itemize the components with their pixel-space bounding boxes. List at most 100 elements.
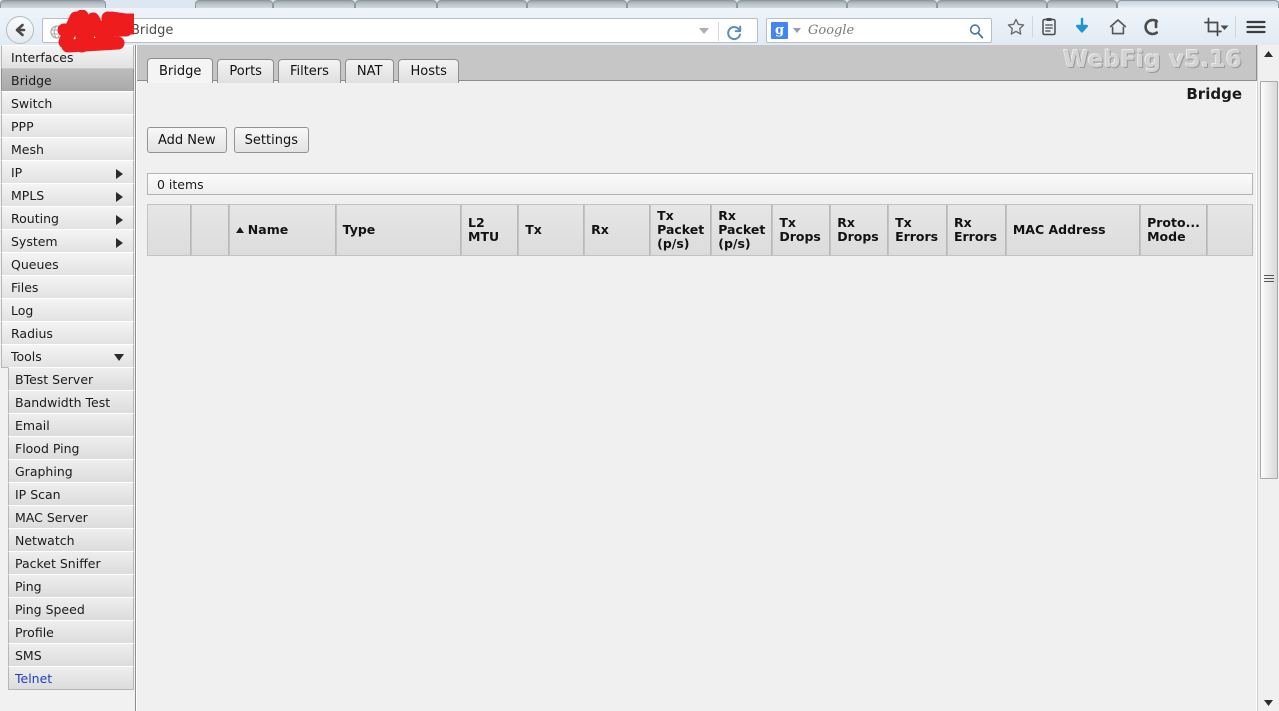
browser-tab[interactable] — [737, 0, 847, 8]
home-icon[interactable] — [1105, 14, 1131, 40]
column-header-type[interactable]: Type — [335, 204, 461, 256]
sidebar-subitem-profile[interactable]: Profile — [8, 620, 134, 644]
chevron-down-icon[interactable] — [1216, 14, 1232, 40]
sidebar-item-label: Bridge — [11, 72, 52, 88]
sidebar-item-tools[interactable]: Tools — [1, 344, 134, 368]
sidebar-subitem-label: MAC Server — [15, 509, 88, 525]
sidebar-item-interfaces[interactable]: Interfaces — [1, 45, 134, 69]
sidebar-item-bridge[interactable]: Bridge — [1, 68, 134, 92]
sidebar-item-mpls[interactable]: MPLS — [1, 183, 134, 207]
column-header-tx-packet-p-s[interactable]: Tx Packet (p/s) — [650, 204, 712, 256]
sidebar-subitem-mac-server[interactable]: MAC Server — [8, 505, 134, 529]
sidebar-subitem-netwatch[interactable]: Netwatch — [8, 528, 134, 552]
browser-tab[interactable] — [1047, 0, 1117, 8]
tab-ports[interactable]: Ports — [217, 59, 274, 83]
sidebar-subitem-ip-scan[interactable]: IP Scan — [8, 482, 134, 506]
sidebar-subitem-label: Graphing — [15, 463, 73, 479]
browser-tab-strip[interactable] — [0, 0, 1279, 8]
column-header-blank-1[interactable] — [191, 204, 229, 256]
chevron-right-icon — [116, 215, 123, 225]
sidebar-item-log[interactable]: Log — [1, 298, 134, 322]
column-header-blank-15[interactable] — [1206, 204, 1253, 256]
column-header-label: Proto... Mode — [1147, 215, 1200, 244]
browser-tab[interactable] — [273, 0, 355, 8]
sidebar-item-system[interactable]: System — [1, 229, 134, 253]
reload-button[interactable] — [725, 24, 743, 42]
browser-tab[interactable] — [0, 0, 106, 8]
sidebar-subitem-telnet[interactable]: Telnet — [8, 666, 134, 690]
add-new-button[interactable]: Add New — [147, 127, 227, 153]
page-scrollbar[interactable] — [1257, 45, 1279, 711]
sidebar-item-radius[interactable]: Radius — [1, 321, 134, 345]
sidebar-item-queues[interactable]: Queues — [1, 252, 134, 276]
column-header-name[interactable]: Name — [228, 204, 336, 256]
bookmark-star-icon[interactable] — [1003, 14, 1029, 40]
search-bar[interactable]: g Google — [766, 18, 992, 43]
chevron-down-icon[interactable] — [793, 28, 801, 33]
tab-nat[interactable]: NAT — [344, 59, 395, 83]
chevron-down-icon[interactable] — [699, 28, 709, 34]
browser-tab[interactable] — [627, 0, 737, 8]
tab-hosts[interactable]: Hosts — [398, 59, 459, 83]
column-header-label: Rx Drops — [837, 215, 879, 244]
sort-ascending-icon — [235, 227, 244, 233]
column-header-tx-drops[interactable]: Tx Drops — [772, 204, 831, 256]
sidebar-subitem-bandwidth-test[interactable]: Bandwidth Test — [8, 390, 134, 414]
sidebar-subitem-ping-speed[interactable]: Ping Speed — [8, 597, 134, 621]
sidebar-subitem-packet-sniffer[interactable]: Packet Sniffer — [8, 551, 134, 575]
scroll-down-arrow-icon[interactable] — [1258, 694, 1279, 711]
scrollbar-thumb[interactable] — [1260, 80, 1278, 480]
column-header-tx-errors[interactable]: Tx Errors — [888, 204, 947, 256]
sidebar-subitem-ping[interactable]: Ping — [8, 574, 134, 598]
column-header-rx-errors[interactable]: Rx Errors — [946, 204, 1006, 256]
browser-tab[interactable] — [437, 0, 527, 8]
sidebar-item-ip[interactable]: IP — [1, 160, 134, 184]
sidebar-item-label: IP — [11, 164, 23, 180]
sync-circle-icon[interactable] — [1140, 14, 1166, 40]
sidebar-item-files[interactable]: Files — [1, 275, 134, 299]
sidebar-item-label: Radius — [11, 325, 53, 341]
browser-tab[interactable] — [937, 0, 1047, 8]
column-header-rx[interactable]: Rx — [584, 204, 651, 256]
sidebar-subitem-sms[interactable]: SMS — [8, 643, 134, 667]
sidebar-subitem-btest-server[interactable]: BTest Server — [8, 367, 134, 391]
sidebar-item-label: Tools — [11, 348, 42, 364]
column-header-label: Rx — [591, 222, 609, 237]
column-header-rx-drops[interactable]: Rx Drops — [830, 204, 889, 256]
sidebar-item-mesh[interactable]: Mesh — [1, 137, 134, 161]
magnifier-icon[interactable] — [968, 23, 985, 44]
google-logo-icon[interactable]: g — [771, 22, 788, 39]
sidebar-item-label: Log — [11, 302, 34, 318]
back-button[interactable] — [6, 16, 34, 44]
sidebar-item-label: Queues — [11, 256, 59, 272]
address-bar[interactable]: /webfig/#Bridge — [42, 18, 758, 43]
column-header-tx[interactable]: Tx — [518, 204, 585, 256]
chevron-right-icon — [116, 169, 123, 179]
browser-tab[interactable] — [847, 0, 937, 8]
column-header-rx-packet-p-s[interactable]: Rx Packet (p/s) — [711, 204, 773, 256]
column-header-l2-mtu[interactable]: L2 MTU — [461, 204, 519, 256]
sidebar-item-routing[interactable]: Routing — [1, 206, 134, 230]
sidebar-item-ppp[interactable]: PPP — [1, 114, 134, 138]
column-header-mac-address[interactable]: MAC Address — [1005, 204, 1141, 256]
downloads-arrow-icon[interactable] — [1069, 14, 1095, 40]
browser-chrome: /webfig/#Bridge g Google — [0, 0, 1279, 53]
webfig-brand-title: WebFig v5.16 — [1063, 47, 1242, 73]
browser-tab[interactable] — [1117, 0, 1279, 8]
column-header-blank-0[interactable] — [147, 204, 192, 256]
column-header-label: Tx Drops — [779, 215, 821, 244]
sidebar-item-switch[interactable]: Switch — [1, 91, 134, 115]
browser-tab[interactable] — [355, 0, 437, 8]
browser-tab[interactable] — [195, 0, 273, 8]
tab-bridge[interactable]: Bridge — [147, 58, 214, 83]
sidebar-subitem-flood-ping[interactable]: Flood Ping — [8, 436, 134, 460]
sidebar-subitem-graphing[interactable]: Graphing — [8, 459, 134, 483]
settings-button[interactable]: Settings — [233, 127, 309, 153]
tab-filters[interactable]: Filters — [277, 59, 341, 83]
hamburger-menu-icon[interactable] — [1243, 14, 1269, 40]
scroll-up-arrow-icon[interactable] — [1258, 45, 1279, 62]
browser-tab[interactable] — [527, 0, 627, 8]
sidebar-subitem-email[interactable]: Email — [8, 413, 134, 437]
reader-list-icon[interactable] — [1036, 14, 1062, 40]
column-header-proto-mode[interactable]: Proto... Mode — [1140, 204, 1207, 256]
